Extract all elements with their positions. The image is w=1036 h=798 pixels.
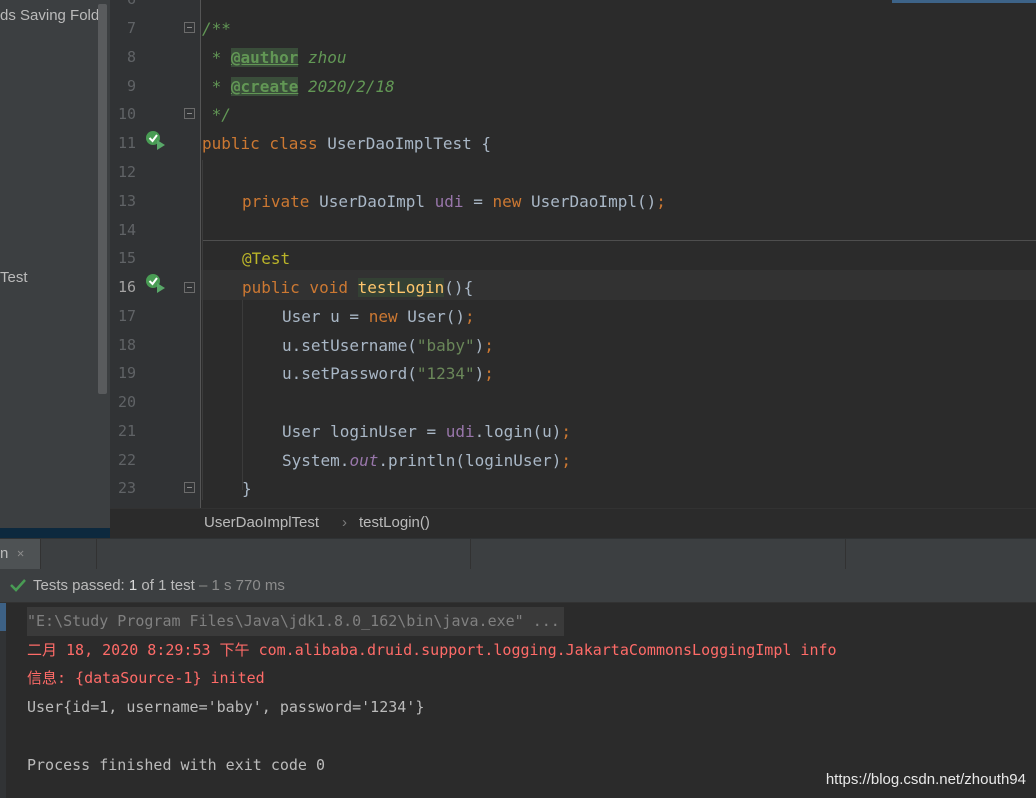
line-number: 8 (126, 48, 136, 66)
code-line-21: User loginUser = udi.login(u); (282, 422, 572, 441)
gutter-divider (200, 0, 201, 508)
code-line-22: System.out.println(loginUser); (282, 451, 572, 470)
console-command-line: "E:\Study Program Files\Java\jdk1.8.0_16… (27, 607, 564, 636)
test-status-text: Tests passed: 1 of 1 test – 1 s 770 ms (33, 577, 285, 594)
console-log-line: 二月 18, 2020 8:29:53 下午 com.alibaba.druid… (27, 641, 837, 659)
code-line-10: */ (202, 105, 231, 124)
code-line-17: User u = new User(); (282, 307, 475, 326)
breadcrumb-separator: › (342, 514, 347, 531)
breadcrumb-class[interactable]: UserDaoImplTest (204, 514, 319, 531)
console-exit-line: Process finished with exit code 0 (27, 756, 326, 774)
run-test-passed-icon[interactable] (145, 129, 167, 151)
project-scrollbar[interactable] (98, 4, 107, 394)
code-line-8: * @author zhou (202, 48, 347, 67)
line-number: 9 (126, 77, 136, 95)
test-status-bar: Tests passed: 1 of 1 test – 1 s 770 ms (0, 569, 1036, 603)
code-line-7: /** (202, 19, 231, 38)
fold-marker-icon[interactable] (184, 482, 195, 493)
tab-run-label: n (0, 545, 9, 562)
line-number: 22 (117, 451, 136, 469)
code-line-15: @Test (242, 249, 291, 268)
line-number: 18 (117, 336, 136, 354)
line-number: 12 (117, 163, 136, 181)
line-number: 19 (117, 364, 136, 382)
line-number: 13 (117, 192, 136, 210)
close-icon[interactable]: ✕ (17, 546, 24, 560)
project-panel: ds Saving Folde Test (0, 0, 110, 528)
line-number: 15 (117, 249, 136, 267)
line-number: 6 (110, 0, 136, 14)
code-line-9: * @create 2020/2/18 (202, 77, 395, 96)
code-line-13: private UserDaoImpl udi = new UserDaoImp… (242, 192, 666, 211)
project-panel-footer (0, 528, 110, 538)
console-output[interactable]: "E:\Study Program Files\Java\jdk1.8.0_16… (0, 603, 1036, 798)
check-icon (10, 579, 26, 592)
line-number: 23 (117, 479, 136, 497)
line-number: 10 (117, 105, 136, 123)
run-test-passed-icon[interactable] (145, 272, 167, 294)
tab-divider (470, 539, 471, 569)
console-gutter (0, 631, 6, 798)
console-output-line: User{id=1, username='baby', password='12… (27, 698, 425, 716)
indent-guide (202, 160, 203, 500)
code-line-23: } (242, 479, 252, 498)
console-log-line: 信息: {dataSource-1} inited (27, 669, 265, 687)
console-gutter-marker (0, 603, 6, 631)
fold-marker-icon[interactable] (184, 108, 195, 119)
code-line-11: public class UserDaoImplTest { (202, 134, 491, 153)
tab-run[interactable]: n ✕ (0, 539, 41, 569)
tab-divider (845, 539, 846, 569)
run-tab-bar: n ✕ (0, 538, 1036, 569)
code-editor[interactable]: 6 7 8 9 10 11 12 13 14 15 16 17 18 19 20… (110, 0, 1036, 508)
editor-scroll-marker (892, 0, 1036, 3)
fold-marker-icon[interactable] (184, 22, 195, 33)
method-separator (202, 240, 1036, 241)
code-line-18: u.setUsername("baby"); (282, 336, 494, 355)
breadcrumb: UserDaoImplTest › testLogin() (110, 508, 1036, 539)
fold-marker-icon[interactable] (184, 282, 195, 293)
project-tree-item[interactable]: Test (0, 269, 28, 286)
code-line-16: public void testLogin(){ (242, 278, 474, 297)
line-number: 16 (117, 278, 136, 296)
line-number: 14 (117, 221, 136, 239)
project-tree-item[interactable]: ds Saving Folde (0, 7, 108, 24)
code-line-19: u.setPassword("1234"); (282, 364, 494, 383)
watermark: https://blog.csdn.net/zhouth94 (825, 771, 1026, 788)
line-number: 20 (117, 393, 136, 411)
tab-divider (96, 539, 97, 569)
line-number: 17 (117, 307, 136, 325)
indent-guide (242, 300, 243, 490)
breadcrumb-method[interactable]: testLogin() (359, 514, 430, 531)
line-number: 11 (117, 134, 136, 152)
line-number: 21 (117, 422, 136, 440)
line-number: 7 (126, 19, 136, 37)
